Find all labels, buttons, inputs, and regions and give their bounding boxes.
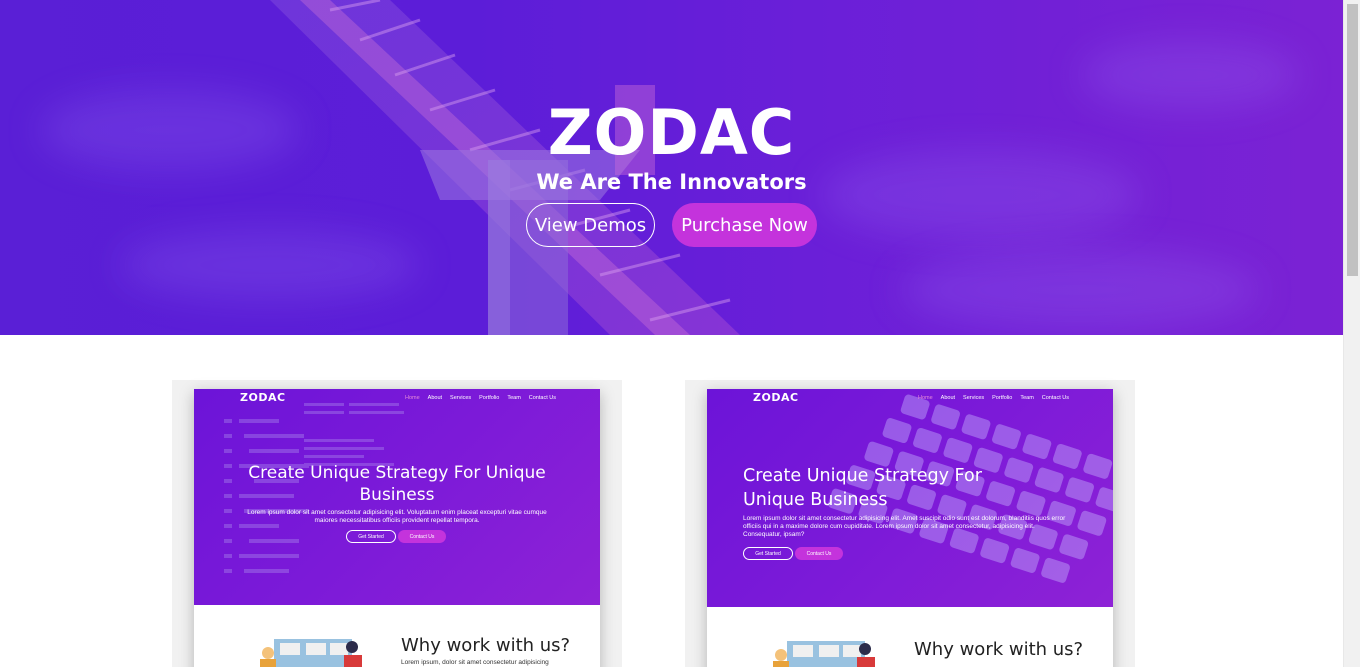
demo-paragraph: Lorem ipsum dolor sit amet consectetur a… [247, 509, 547, 524]
hero-title: ZODAC [547, 96, 796, 169]
demo-contact-button[interactable]: Contact Us [398, 530, 446, 543]
view-demos-button[interactable]: View Demos [526, 203, 655, 247]
hero-subtitle: We Are The Innovators [536, 170, 807, 194]
team-illustration [773, 641, 875, 667]
team-illustration [260, 639, 362, 667]
demo-menu-contact[interactable]: Contact Us [529, 395, 556, 401]
demo-navbar: ZODAC Home About Services Portfolio Team… [194, 389, 600, 407]
demo-contact-button[interactable]: Contact Us [795, 547, 843, 560]
demo-logo[interactable]: ZODAC [753, 391, 799, 404]
demo-menu: Home About Services Portfolio Team Conta… [405, 395, 556, 401]
page: ZODAC We Are The Innovators View Demos P… [0, 0, 1343, 667]
demo-menu-home[interactable]: Home [405, 395, 420, 401]
demo-preview-1[interactable]: ZODAC Home About Services Portfolio Team… [194, 389, 600, 667]
demo-preview-hero: ZODAC Home About Services Portfolio Team… [707, 389, 1113, 607]
demo-navbar: ZODAC Home About Services Portfolio Team… [707, 389, 1113, 407]
why-work-heading: Why work with us? [401, 635, 571, 656]
demo-paragraph: Lorem ipsum dolor sit amet consectetur a… [743, 515, 1066, 538]
demo-menu-portfolio[interactable]: Portfolio [479, 395, 499, 401]
why-work-heading: Why work with us? [914, 639, 1084, 660]
demo-preview-2[interactable]: ZODAC Home About Services Portfolio Team… [707, 389, 1113, 667]
hero-section: ZODAC We Are The Innovators View Demos P… [0, 0, 1343, 335]
purchase-now-button[interactable]: Purchase Now [672, 203, 817, 247]
demo-logo[interactable]: ZODAC [240, 391, 286, 404]
why-work-text: Lorem ipsum, dolor sit amet consectetur … [401, 659, 549, 666]
demo-menu-portfolio[interactable]: Portfolio [992, 395, 1012, 401]
demo-menu-team[interactable]: Team [1020, 395, 1033, 401]
demo-headline: Create Unique Strategy For Unique Busine… [248, 463, 546, 505]
demo-card-2[interactable]: ZODAC Home About Services Portfolio Team… [685, 380, 1135, 667]
scrollbar-thumb[interactable] [1347, 4, 1358, 276]
demo-menu-about[interactable]: About [941, 395, 955, 401]
demo-get-started-button[interactable]: Get Started [743, 547, 793, 560]
demo-preview-hero: ZODAC Home About Services Portfolio Team… [194, 389, 600, 605]
demo-card-1[interactable]: ZODAC Home About Services Portfolio Team… [172, 380, 622, 667]
demo-menu: Home About Services Portfolio Team Conta… [918, 395, 1069, 401]
demo-menu-team[interactable]: Team [507, 395, 520, 401]
demo-get-started-button[interactable]: Get Started [346, 530, 396, 543]
demo-menu-services[interactable]: Services [450, 395, 471, 401]
demo-headline: Create Unique Strategy For Unique Busine… [743, 466, 982, 510]
page-scrollbar[interactable] [1343, 0, 1360, 667]
demo-menu-about[interactable]: About [428, 395, 442, 401]
demo-menu-home[interactable]: Home [918, 395, 933, 401]
demo-menu-contact[interactable]: Contact Us [1042, 395, 1069, 401]
demo-menu-services[interactable]: Services [963, 395, 984, 401]
